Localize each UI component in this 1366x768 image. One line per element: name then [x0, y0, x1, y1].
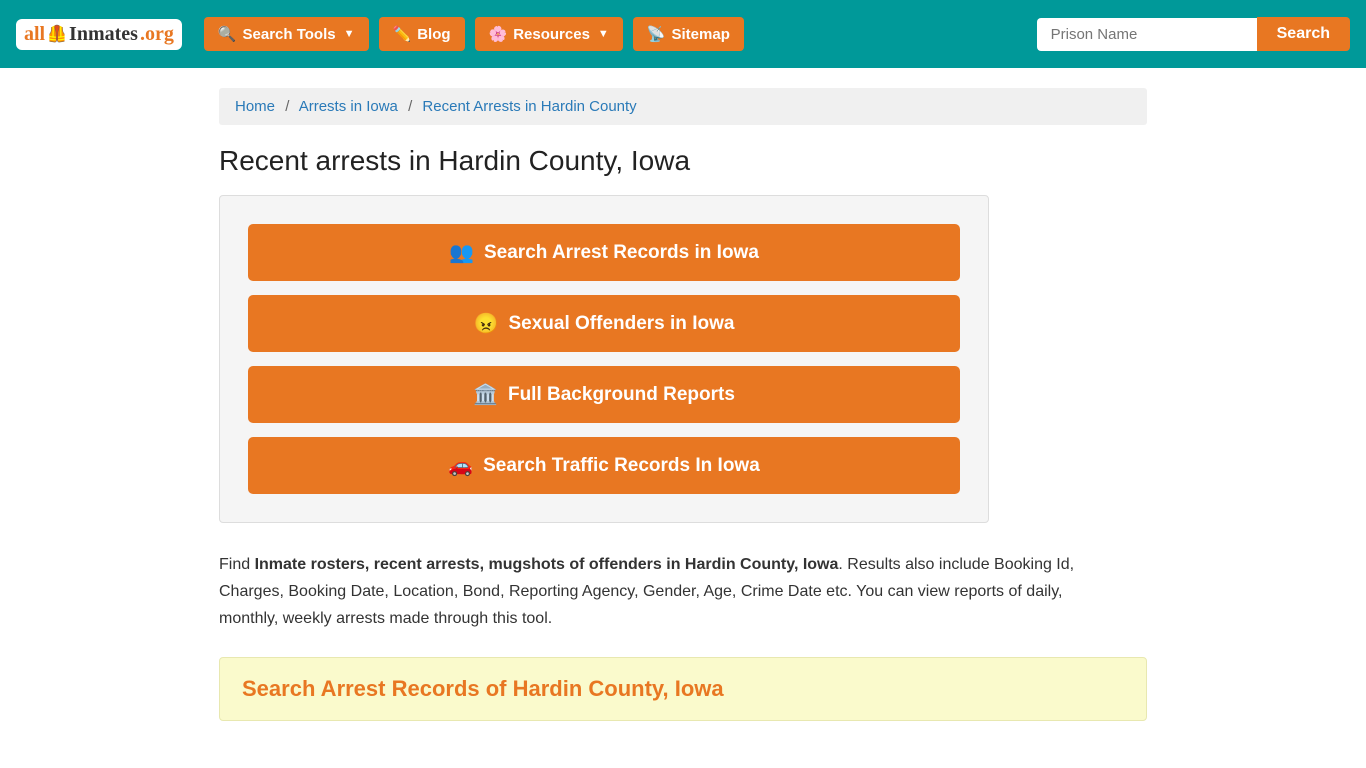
breadcrumb-current: Recent Arrests in Hardin County — [422, 98, 636, 115]
background-reports-label: Full Background Reports — [508, 384, 735, 406]
description-text: Find Inmate rosters, recent arrests, mug… — [219, 551, 1119, 633]
sexual-offenders-label: Sexual Offenders in Iowa — [508, 313, 734, 335]
traffic-records-button[interactable]: 🚗 Search Traffic Records In Iowa — [248, 437, 960, 494]
logo-icon: 🦺 — [47, 24, 67, 44]
car-icon: 🚗 — [448, 453, 473, 478]
background-reports-button[interactable]: 🏛️ Full Background Reports — [248, 366, 960, 423]
search-bar: Search — [1037, 17, 1350, 51]
bottom-section: Search Arrest Records of Hardin County, … — [219, 657, 1147, 721]
blog-label: Blog — [417, 26, 450, 43]
breadcrumb-sep-2: / — [408, 98, 412, 115]
logo-text-all: all — [24, 23, 45, 46]
blog-button[interactable]: ✏️ Blog — [379, 17, 465, 51]
search-tools-button[interactable]: 🔍 Search Tools ▼ — [204, 17, 369, 51]
sitemap-button[interactable]: 📡 Sitemap — [633, 17, 744, 51]
building-icon: 🏛️ — [473, 382, 498, 407]
sexual-offenders-button[interactable]: 😠 Sexual Offenders in Iowa — [248, 295, 960, 352]
search-input[interactable] — [1037, 18, 1257, 51]
sitemap-icon: 📡 — [647, 25, 666, 43]
chevron-down-icon: ▼ — [344, 28, 355, 40]
logo-text-inmates: Inmates — [69, 23, 138, 46]
logo[interactable]: all 🦺 Inmates .org — [16, 19, 182, 50]
resources-icon: 🌸 — [489, 25, 508, 43]
breadcrumb: Home / Arrests in Iowa / Recent Arrests … — [219, 88, 1147, 125]
arrest-records-button[interactable]: 👥 Search Arrest Records in Iowa — [248, 224, 960, 281]
description-prefix: Find — [219, 556, 255, 573]
search-tools-icon: 🔍 — [218, 25, 237, 43]
description-highlight: Inmate rosters, recent arrests, mugshots… — [255, 556, 839, 573]
people-icon: 👥 — [449, 240, 474, 265]
breadcrumb-sep-1: / — [285, 98, 289, 115]
arrest-records-label: Search Arrest Records in Iowa — [484, 242, 759, 264]
logo-text-org: .org — [140, 23, 174, 46]
breadcrumb-arrests[interactable]: Arrests in Iowa — [299, 98, 398, 115]
search-button[interactable]: Search — [1257, 17, 1350, 51]
traffic-records-label: Search Traffic Records In Iowa — [483, 455, 760, 477]
search-tools-label: Search Tools — [243, 26, 336, 43]
page-title: Recent arrests in Hardin County, Iowa — [219, 145, 1147, 177]
main-content: Home / Arrests in Iowa / Recent Arrests … — [203, 68, 1163, 741]
breadcrumb-home[interactable]: Home — [235, 98, 275, 115]
action-button-card: 👥 Search Arrest Records in Iowa 😠 Sexual… — [219, 195, 989, 523]
offender-icon: 😠 — [474, 311, 499, 336]
navbar: all 🦺 Inmates .org 🔍 Search Tools ▼ ✏️ B… — [0, 0, 1366, 68]
bottom-heading: Search Arrest Records of Hardin County, … — [242, 676, 1124, 702]
sitemap-label: Sitemap — [672, 26, 730, 43]
blog-icon: ✏️ — [393, 25, 412, 43]
resources-button[interactable]: 🌸 Resources ▼ — [475, 17, 623, 51]
chevron-down-icon: ▼ — [598, 28, 609, 40]
resources-label: Resources — [513, 26, 590, 43]
